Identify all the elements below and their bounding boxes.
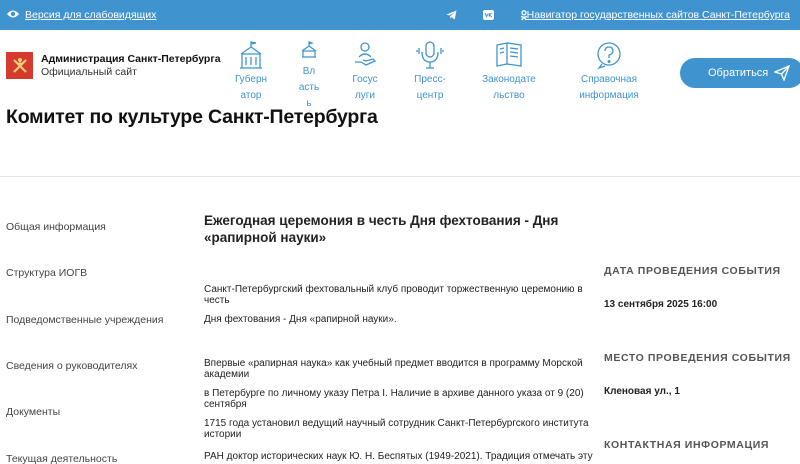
- nav-legislation[interactable]: Законодате льство: [478, 40, 540, 104]
- sidebar-item-leaders[interactable]: Сведения о руководителях: [6, 360, 137, 372]
- sidebar-item-subordinate[interactable]: Подведомственные учреждения: [6, 314, 163, 326]
- nav-governor-line1: Губерн: [234, 74, 268, 85]
- vk-icon[interactable]: [483, 10, 494, 20]
- article-title-line1: Ежегодная церемония в честь Дня фехтован…: [204, 213, 559, 228]
- nav-public-services-line2: луги: [354, 90, 376, 101]
- nav-press-center-line2: центр: [416, 90, 444, 101]
- microphone-icon: [408, 40, 452, 72]
- article-text-line: в Петербурге по личному указу Петра I. Н…: [204, 388, 584, 410]
- send-icon: [773, 64, 791, 84]
- nav-press-center-line1: Пресс-: [414, 74, 446, 85]
- contact-button-label: Обратиться: [708, 67, 769, 79]
- sidebar-item-structure[interactable]: Структура ИОГВ: [6, 267, 87, 279]
- building-icon: [230, 40, 272, 72]
- article-text-line: РАН доктор исторических наук Ю. Н. Беспя…: [204, 451, 593, 464]
- logo-title: Администрация Санкт-Петербурга: [41, 53, 221, 65]
- nav-reference-info-line2: информация: [579, 90, 639, 101]
- logo-subtitle: Официальный сайт: [41, 66, 137, 78]
- book-icon: [478, 40, 540, 72]
- event-date-heading: ДАТА ПРОВЕДЕНИЯ СОБЫТИЯ: [604, 265, 781, 277]
- event-place-value: Кленовая ул., 1: [604, 386, 680, 397]
- event-place-heading: МЕСТО ПРОВЕДЕНИЯ СОБЫТИЯ: [604, 352, 791, 364]
- nav-press-center[interactable]: Пресс- центр: [408, 40, 452, 104]
- coat-of-arms-icon: [6, 52, 33, 79]
- site-header: Администрация Санкт-Петербурга Официальн…: [0, 30, 800, 110]
- header-divider: [0, 176, 800, 177]
- accessibility-link[interactable]: Версия для слабовидящих: [6, 0, 156, 30]
- contact-button[interactable]: Обратиться: [680, 58, 800, 88]
- sidebar-item-documents[interactable]: Документы: [6, 406, 60, 418]
- nav-power[interactable]: Вл асть ь: [296, 40, 322, 112]
- telegram-icon[interactable]: [446, 10, 457, 20]
- page-title: Комитет по культуре Санкт-Петербурга: [6, 106, 378, 128]
- article-title: Ежегодная церемония в честь Дня фехтован…: [204, 212, 584, 246]
- event-date-value: 13 сентября 2025 16:00: [604, 299, 718, 310]
- article-title-line2: «рапирной науки»: [204, 230, 327, 245]
- accessibility-label: Версия для слабовидящих: [25, 9, 157, 21]
- site-logo[interactable]: Администрация Санкт-Петербурга Официальн…: [6, 52, 221, 79]
- nav-legislation-line1: Законодате: [482, 74, 536, 85]
- nav-public-services[interactable]: Госус луги: [346, 40, 384, 104]
- nav-governor-line2: атор: [240, 90, 262, 101]
- eye-icon: [6, 9, 20, 22]
- institution-icon: [296, 40, 322, 64]
- article-text-line: Санкт-Петербургский фехтовальный клуб пр…: [204, 284, 583, 306]
- sidebar-item-general-info[interactable]: Общая информация: [6, 221, 106, 233]
- article-text-line: 1715 года установил ведущий научный сотр…: [204, 418, 589, 440]
- navigator-link[interactable]: Навигатор государственных сайтов Санкт-П…: [527, 0, 790, 30]
- nav-public-services-line1: Госус: [352, 74, 378, 85]
- article-text-line: Дня фехтования - Дня «рапирной науки».: [204, 314, 397, 325]
- nav-power-line1: Вл: [302, 66, 316, 77]
- question-icon: [578, 40, 640, 72]
- nav-reference-info[interactable]: Справочная информация: [578, 40, 640, 104]
- contact-info-heading: КОНТАКТНАЯ ИНФОРМАЦИЯ: [604, 439, 770, 451]
- nav-power-line2: асть: [298, 82, 320, 93]
- nav-reference-info-line1: Справочная: [580, 74, 637, 85]
- nav-governor[interactable]: Губерн атор: [230, 40, 272, 104]
- nav-legislation-line2: льство: [493, 90, 525, 101]
- sidebar-item-activity[interactable]: Текущая деятельность: [6, 453, 117, 464]
- article-text-line: Впервые «рапирная наука» как учебный пре…: [204, 358, 583, 380]
- user-hand-icon: [346, 40, 384, 72]
- top-bar: Версия для слабовидящих Навигатор госуда…: [0, 0, 800, 30]
